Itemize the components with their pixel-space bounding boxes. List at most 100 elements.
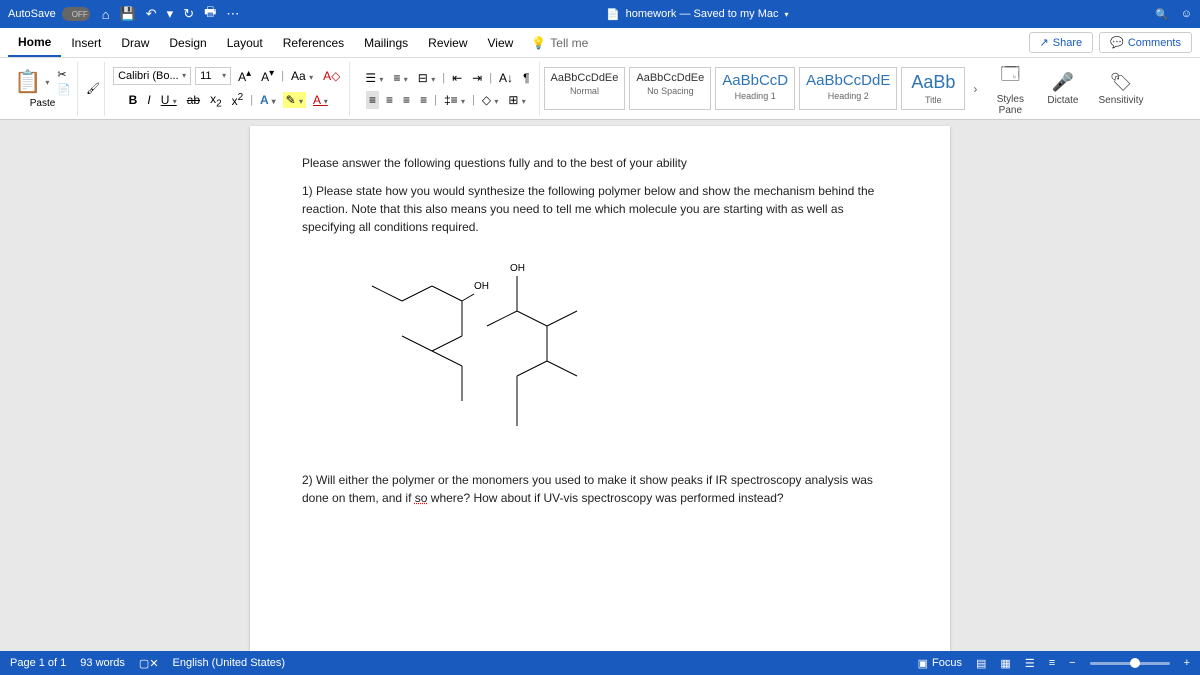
shading-button[interactable]: ◇ ▾ [479,91,502,109]
style-item[interactable]: AaBbCcDdEe Normal [544,67,626,110]
tab-references[interactable]: References [273,30,354,56]
print-layout-icon[interactable]: ▦ [1000,657,1010,670]
title-dropdown-icon[interactable]: ▾ [784,10,788,19]
decrease-font-icon[interactable]: A▾ [258,66,277,86]
borders-button[interactable]: ⊞ ▾ [505,91,528,109]
tell-me[interactable]: 💡 Tell me [531,36,588,50]
page-indicator[interactable]: Page 1 of 1 [10,657,66,669]
font-selector[interactable]: Calibri (Bo... ▾ [113,67,191,85]
subscript-button[interactable]: x2 [207,90,225,111]
emoji-icon[interactable]: ☺ [1181,8,1192,21]
change-case-button[interactable]: Aa ▾ [288,67,316,85]
undo-icon[interactable]: ↶ [146,6,157,22]
style-item[interactable]: AaBbCcDdEeNo Spacing [629,67,711,110]
style-label: Title [908,95,958,105]
superscript-button[interactable]: x2 [229,90,247,110]
decrease-indent-button[interactable]: ⇤ [449,69,465,87]
spell-check-icon[interactable]: ▢✕ [139,657,159,670]
intro-text[interactable]: Please answer the following questions fu… [302,154,898,172]
style-item[interactable]: AaBbTitle [901,67,965,110]
style-label: Normal [551,86,619,96]
styles-more-icon[interactable]: › [969,82,981,96]
paste-icon[interactable]: 📋 [14,69,41,95]
zoom-slider[interactable] [1090,662,1170,665]
text-effects-button[interactable]: A ▾ [257,91,279,109]
save-icon[interactable]: 💾 [120,6,136,22]
style-label: No Spacing [636,86,704,96]
highlight-button[interactable]: ✎ ▾ [283,92,306,108]
search-icon[interactable]: 🔍 [1155,8,1169,21]
increase-indent-button[interactable]: ⇥ [469,69,485,87]
print-icon[interactable]: 🖶 [204,3,216,25]
more-icon[interactable]: ⋯ [226,6,239,22]
autosave-label: AutoSave [8,8,56,20]
style-label: Heading 2 [806,91,890,101]
redo-icon[interactable]: ↻ [183,6,194,22]
cut-icon[interactable]: ✂ [57,68,71,81]
styles-pane-button[interactable]: 🗔 Styles Pane [985,62,1035,116]
tab-design[interactable]: Design [159,30,216,56]
style-preview: AaBbCcD [722,72,788,89]
font-size-selector[interactable]: 11 ▾ [195,67,231,85]
zoom-out-button[interactable]: − [1069,657,1075,669]
style-item[interactable]: AaBbCcDdE Heading 2 [799,67,897,110]
style-preview: AaBbCcDdEe [551,72,619,84]
increase-font-icon[interactable]: A▴ [235,66,254,86]
home-icon[interactable]: ⌂ [102,7,110,22]
focus-mode-button[interactable]: ▣ Focus [918,657,962,670]
undo-dropdown-icon[interactable]: ▾ [167,6,174,22]
bold-button[interactable]: B [126,91,141,109]
tab-insert[interactable]: Insert [61,30,111,56]
tab-draw[interactable]: Draw [111,30,159,56]
align-left-button[interactable]: ≡ [366,91,379,109]
clear-format-icon[interactable]: A◇ [320,67,343,85]
bullets-button[interactable]: ☰ ▾ [362,69,386,87]
page[interactable]: Please answer the following questions fu… [250,126,950,651]
document-title[interactable]: homework — Saved to my Mac [626,8,779,20]
strike-button[interactable]: ab [184,91,203,109]
comment-icon: 💬 [1110,36,1124,49]
outline-icon[interactable]: ≡ [1049,657,1055,669]
line-spacing-button[interactable]: ‡≡ ▾ [441,91,468,109]
share-label: Share [1053,37,1082,49]
align-center-button[interactable]: ≡ [383,91,396,109]
language-indicator[interactable]: English (United States) [173,657,286,669]
sort-button[interactable]: A↓ [496,69,516,87]
read-mode-icon[interactable]: ▤ [976,657,986,670]
tab-mailings[interactable]: Mailings [354,30,418,56]
autosave-toggle[interactable]: OFF [62,7,90,21]
copy-icon[interactable]: 📄 [57,83,71,96]
style-preview: AaBbCcDdE [806,72,890,89]
format-painter-icon[interactable]: 🖌 [86,82,100,95]
question-2[interactable]: 2) Will either the polymer or the monome… [302,471,898,507]
tab-review[interactable]: Review [418,30,477,56]
styles-pane-icon: 🗔 [1001,62,1021,92]
question-1[interactable]: 1) Please state how you would synthesize… [302,182,898,236]
align-right-button[interactable]: ≡ [400,91,413,109]
paste-dropdown-icon[interactable]: ▾ [45,78,49,87]
document-area[interactable]: Please answer the following questions fu… [0,120,1200,651]
italic-button[interactable]: I [144,91,153,109]
share-button[interactable]: ↗ Share [1029,32,1094,53]
font-size: 11 [200,70,211,82]
sensitivity-icon: 🏷 [1110,72,1133,93]
font-color-button[interactable]: A ▾ [310,91,331,109]
tab-home[interactable]: Home [8,29,61,57]
word-count[interactable]: 93 words [80,657,125,669]
comments-button[interactable]: 💬 Comments [1099,32,1192,53]
mic-icon: 🎤 [1052,72,1074,93]
dictate-button[interactable]: 🎤 Dictate [1039,72,1086,106]
multilevel-button[interactable]: ⊟ ▾ [415,69,438,87]
style-label: Heading 1 [722,91,788,101]
style-item[interactable]: AaBbCcD Heading 1 [715,67,795,110]
zoom-in-button[interactable]: + [1184,657,1190,669]
tab-layout[interactable]: Layout [217,30,273,56]
underline-button[interactable]: U ▾ [158,91,180,109]
numbering-button[interactable]: ≡ ▾ [390,69,410,87]
justify-button[interactable]: ≡ [417,91,430,109]
paragraph-marks-button[interactable]: ¶ [520,69,532,87]
tab-view[interactable]: View [478,30,524,56]
web-layout-icon[interactable]: ☰ [1025,657,1035,670]
sensitivity-button[interactable]: 🏷 Sensitivity [1090,72,1151,106]
chevron-down-icon: ▾ [222,71,226,80]
